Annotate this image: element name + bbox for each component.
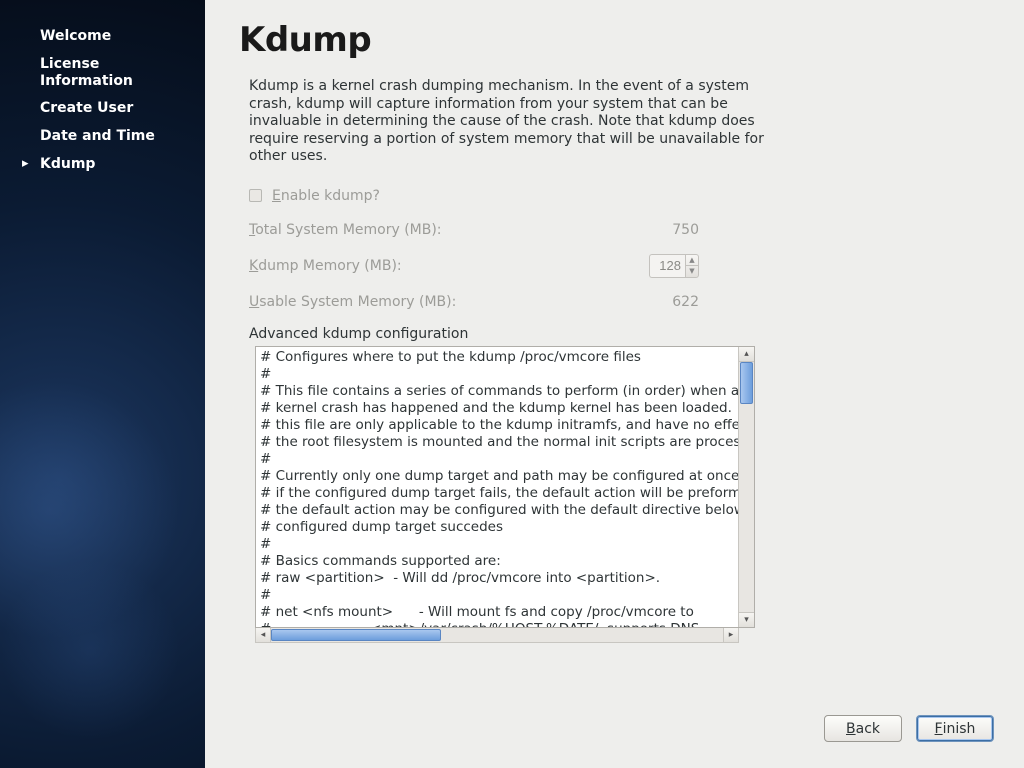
nav-item-kdump[interactable]: Kdump: [40, 152, 190, 180]
hscroll-thumb[interactable]: [271, 629, 441, 641]
enable-kdump-row: Enable kdump?: [249, 188, 994, 204]
horizontal-scrollbar[interactable]: ◂ ▸: [255, 628, 739, 643]
kdump-memory-row: Kdump Memory (MB): ▲▼: [249, 254, 994, 278]
enable-kdump-checkbox[interactable]: [249, 189, 262, 202]
nav-item-welcome[interactable]: Welcome: [40, 24, 190, 52]
spin-up-icon[interactable]: ▲: [686, 255, 698, 267]
scroll-down-icon[interactable]: ▾: [739, 612, 754, 627]
kdump-memory-label: Kdump Memory (MB):: [249, 258, 629, 274]
back-button[interactable]: Back: [824, 715, 902, 742]
nav-item-create-user[interactable]: Create User: [40, 96, 190, 124]
vscroll-track[interactable]: [739, 362, 754, 612]
scroll-right-icon[interactable]: ▸: [723, 628, 738, 642]
vscroll-thumb[interactable]: [740, 362, 753, 404]
advanced-config-area: # Configures where to put the kdump /pro…: [255, 346, 755, 628]
vertical-scrollbar[interactable]: ▴ ▾: [738, 347, 754, 627]
kdump-memory-input[interactable]: [649, 254, 685, 278]
intro-text: Kdump is a kernel crash dumping mechanis…: [249, 78, 769, 166]
usable-memory-value: 622: [629, 294, 699, 310]
main-panel: Kdump Kdump is a kernel crash dumping me…: [205, 0, 1024, 768]
scroll-up-icon[interactable]: ▴: [739, 347, 754, 362]
sidebar: Welcome License Information Create User …: [0, 0, 205, 768]
spin-down-icon[interactable]: ▼: [686, 266, 698, 277]
advanced-config-label: Advanced kdump configuration: [249, 326, 994, 342]
kdump-settings-disabled: Enable kdump? Total System Memory (MB): …: [249, 188, 994, 310]
nav-item-date-time[interactable]: Date and Time: [40, 124, 190, 152]
total-memory-label: Total System Memory (MB):: [249, 222, 629, 238]
nav-item-license[interactable]: License Information: [40, 52, 190, 97]
page-title: Kdump: [239, 20, 994, 60]
nav-list: Welcome License Information Create User …: [0, 24, 205, 180]
kdump-memory-spinner[interactable]: ▲▼: [685, 254, 699, 278]
finish-button[interactable]: Finish: [916, 715, 994, 742]
usable-memory-label: Usable System Memory (MB):: [249, 294, 629, 310]
hscroll-track[interactable]: [271, 628, 723, 642]
scroll-left-icon[interactable]: ◂: [256, 628, 271, 642]
advanced-config-text[interactable]: # Configures where to put the kdump /pro…: [256, 347, 738, 627]
total-memory-row: Total System Memory (MB): 750: [249, 222, 994, 238]
enable-kdump-label: Enable kdump?: [272, 188, 380, 204]
usable-memory-row: Usable System Memory (MB): 622: [249, 294, 994, 310]
total-memory-value: 750: [629, 222, 699, 238]
footer-buttons: Back Finish: [824, 715, 994, 742]
